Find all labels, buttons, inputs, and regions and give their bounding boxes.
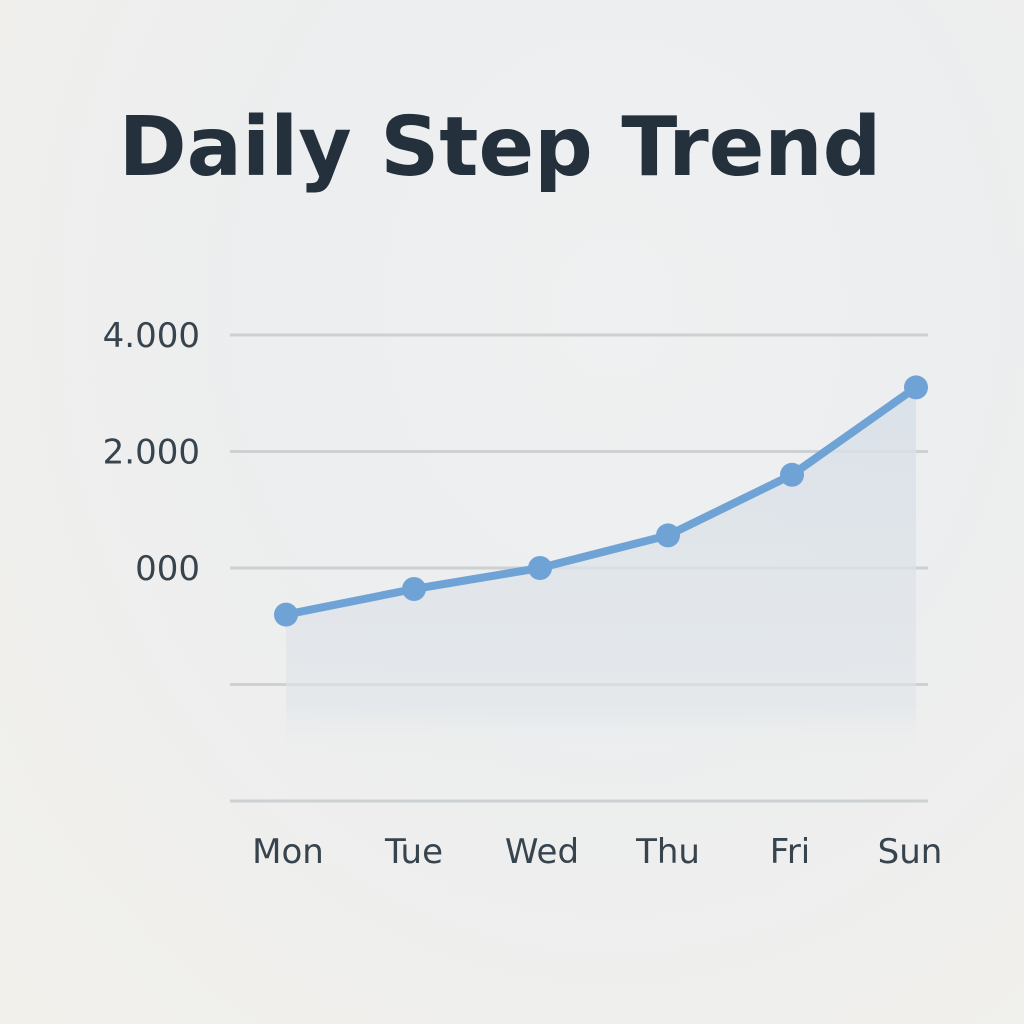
x-tick-label: Thu [635, 832, 700, 872]
y-tick-label: 000 [135, 549, 200, 589]
x-axis-tick-labels: Mon Tue Wed Thu Fri Sun [252, 832, 942, 872]
area-fill [286, 387, 916, 760]
x-tick-label: Fri [770, 832, 811, 872]
data-point [780, 462, 804, 487]
data-point [656, 523, 680, 548]
x-tick-label: Tue [384, 832, 443, 872]
area-fill-shape [286, 387, 916, 760]
line-chart: 4.000 2.000 000 Mon Tue Wed Thu Fri Sun [103, 316, 943, 872]
x-tick-label: Sun [878, 832, 943, 872]
y-axis-tick-labels: 4.000 2.000 000 [103, 316, 200, 589]
y-tick-label: 2.000 [103, 433, 200, 473]
y-tick-label: 4.000 [103, 316, 200, 356]
data-point [402, 577, 426, 601]
x-tick-label: Mon [252, 832, 324, 872]
data-point [274, 602, 298, 627]
x-tick-label: Wed [505, 832, 579, 872]
data-point [904, 375, 928, 400]
data-point [528, 556, 552, 580]
